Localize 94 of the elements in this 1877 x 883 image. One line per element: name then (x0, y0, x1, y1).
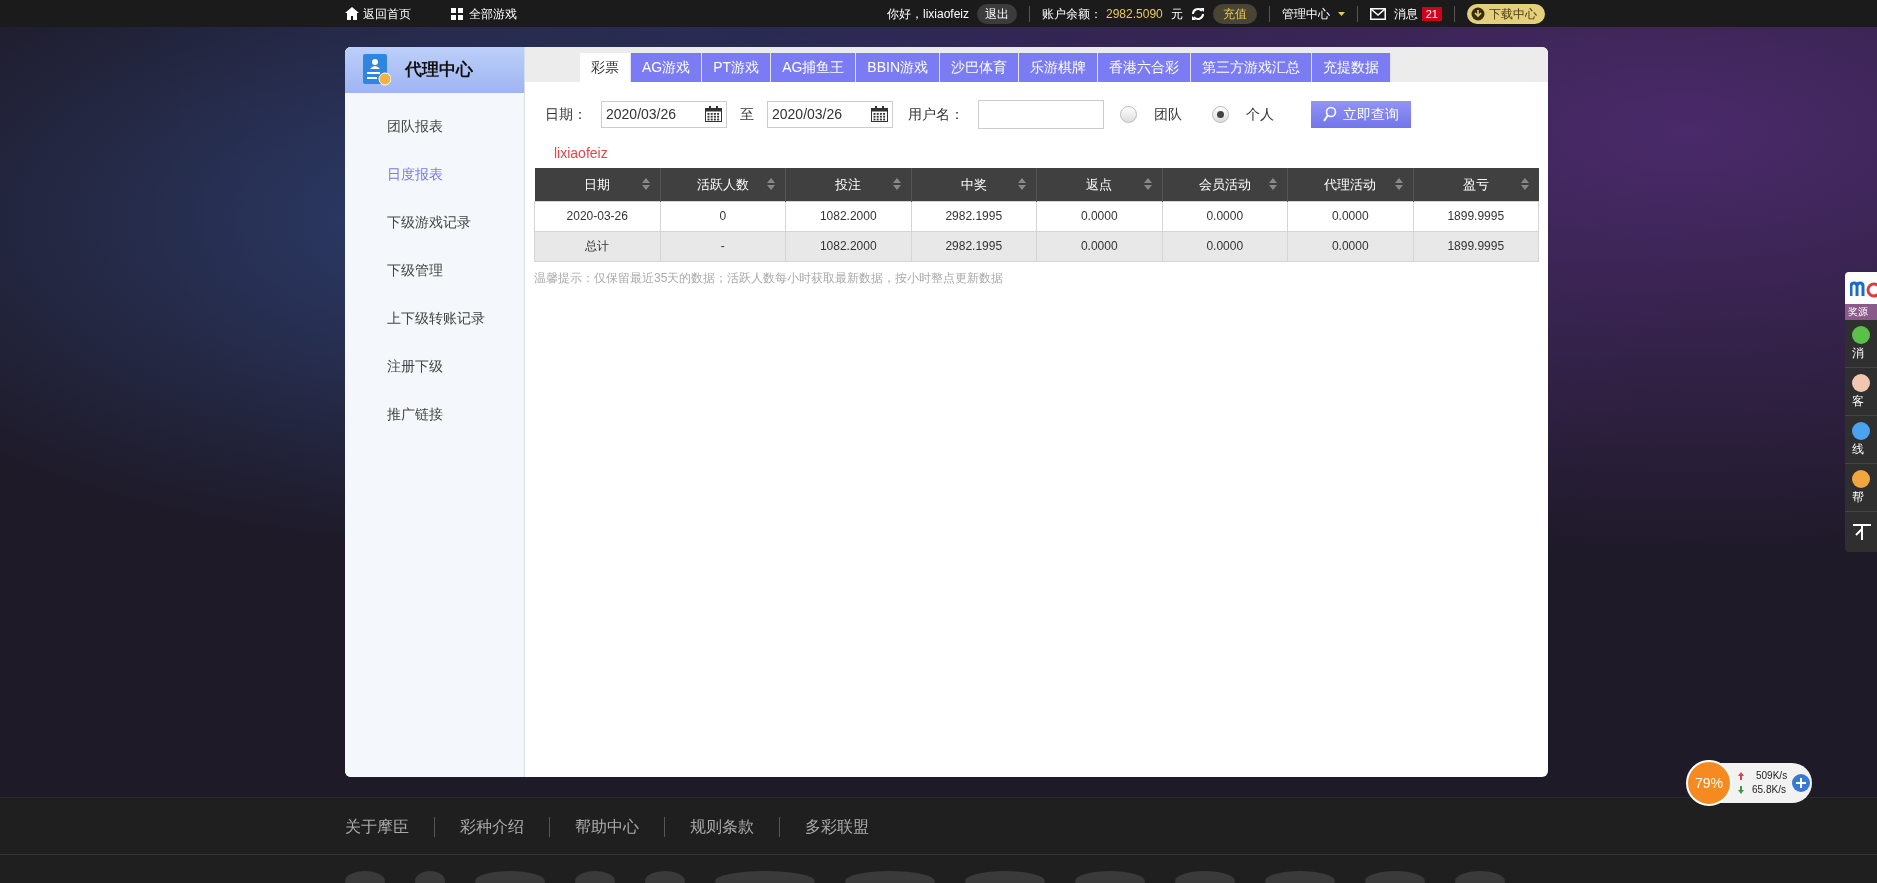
home-icon (345, 7, 359, 20)
footer-link[interactable]: 彩种介绍 (460, 815, 524, 839)
date-from-field[interactable]: 2020/03/26 (601, 100, 727, 128)
sort-icon[interactable] (1269, 178, 1277, 191)
search-icon (1323, 106, 1337, 122)
download-icon (1471, 6, 1485, 21)
widget-item[interactable]: 消 (1845, 320, 1877, 368)
footer-link[interactable]: 帮助中心 (575, 815, 639, 839)
recharge-button[interactable]: 充值 (1212, 3, 1257, 24)
plus-icon[interactable] (1792, 774, 1811, 792)
sidebar-item[interactable]: 上下级转账记录 (345, 294, 524, 342)
column-header[interactable]: 会员活动 (1162, 168, 1288, 201)
note-text: 温馨提示：仅保留最近35天的数据；活跃人数每小时获取最新数据，按小时整点更新数据 (534, 269, 1005, 287)
all-games-link[interactable]: 全部游戏 (451, 4, 517, 23)
table-cell: 0.0000 (1287, 201, 1413, 231)
username-label: 用户名： (908, 104, 964, 124)
table-cell: 1899.9995 (1413, 231, 1539, 261)
download-speed: 65.8K/s (1738, 783, 1788, 797)
widget-item[interactable]: 线 (1845, 416, 1877, 464)
table-cell: 2020-03-26 (534, 201, 660, 231)
grid-icon (451, 7, 463, 20)
message-count-badge: 21 (1421, 6, 1442, 21)
download-button[interactable]: 下载中心 (1467, 3, 1545, 24)
table-cell: 1899.9995 (1413, 201, 1539, 231)
date-to-field[interactable]: 2020/03/26 (767, 100, 893, 128)
sidebar-item[interactable]: 注册下级 (345, 342, 524, 390)
sort-icon[interactable] (1143, 178, 1152, 191)
sort-icon[interactable] (641, 178, 650, 191)
sort-icon[interactable] (892, 178, 901, 191)
footer-link[interactable]: 关于摩臣 (345, 815, 409, 839)
sort-icon[interactable] (1394, 178, 1403, 191)
widget-item-icon (1852, 469, 1870, 488)
collapse-icon (1853, 524, 1871, 540)
admin-menu[interactable]: 管理中心 (1281, 4, 1345, 23)
mail-icon (1369, 7, 1386, 20)
sidebar-item[interactable]: 日度报表 (345, 150, 524, 198)
messages-link[interactable]: 消息 (1369, 4, 1418, 23)
upload-speed: 509K/s (1738, 769, 1788, 783)
table-cell: 0.0000 (1036, 231, 1162, 261)
column-header[interactable]: 日期 (534, 168, 660, 201)
widget-item-icon (1852, 373, 1870, 392)
sort-icon[interactable] (1520, 178, 1529, 191)
sort-icon[interactable] (1018, 178, 1026, 191)
table-cell: 0.0000 (1036, 201, 1162, 231)
sidebar-title: 代理中心 (405, 59, 473, 82)
caret-icon (1337, 11, 1345, 16)
table-cell: 0.0000 (1287, 231, 1413, 261)
table-cell: 2982.1995 (911, 201, 1037, 231)
sidebar-item[interactable]: 下级管理 (345, 246, 524, 294)
column-header[interactable]: 活跃人数 (660, 168, 786, 201)
balance-amount: 2982.5090 (1106, 5, 1163, 23)
to-label: 至 (740, 104, 754, 124)
table-cell: 0 (660, 201, 786, 231)
table-cell: 0.0000 (1162, 231, 1288, 261)
calendar-icon[interactable] (871, 106, 888, 122)
refresh-icon[interactable] (1190, 6, 1205, 21)
sort-icon[interactable] (767, 178, 775, 191)
calendar-icon[interactable] (705, 106, 722, 122)
scope-radio[interactable]: 团队 (1120, 103, 1182, 125)
balance-label: 账户余额： (1042, 5, 1102, 23)
column-header[interactable]: 中奖 (911, 168, 1037, 201)
table-cell: 1082.2000 (785, 201, 911, 231)
down-arrow-icon (1738, 786, 1744, 794)
memory-gauge: 79% (1686, 760, 1732, 806)
widget-banner: 奖源 (1845, 304, 1877, 320)
date-label: 日期： (545, 104, 587, 124)
widget-item-icon (1852, 325, 1870, 344)
username-text: lixiaofeiz (554, 145, 608, 161)
footer-link[interactable]: 多彩联盟 (805, 815, 869, 839)
up-arrow-icon (1738, 772, 1744, 780)
table-cell: - (660, 231, 786, 261)
widget-item[interactable]: 帮 (1845, 464, 1877, 512)
table-cell: 2982.1995 (911, 231, 1037, 261)
footer-link[interactable]: 规则条款 (690, 815, 754, 839)
sidebar-item[interactable]: 团队报表 (345, 102, 524, 150)
agent-card-icon (363, 54, 391, 86)
column-header[interactable]: 代理活动 (1287, 168, 1413, 201)
table-cell: 总计 (534, 231, 660, 261)
sidebar-item[interactable]: 下级游戏记录 (345, 198, 524, 246)
column-header[interactable]: 投注 (785, 168, 911, 201)
scope-radio[interactable]: 个人 (1212, 103, 1274, 125)
widget-item[interactable]: 客 (1845, 368, 1877, 416)
currency-label: 元 (1170, 5, 1183, 23)
logout-button[interactable]: 退出 (977, 3, 1017, 24)
column-header[interactable]: 盈亏 (1413, 168, 1539, 201)
greeting-text: 你好，lixiaofeiz (887, 5, 969, 23)
home-link[interactable]: 返回首页 (345, 4, 411, 23)
widget-item-icon (1852, 421, 1870, 440)
table-cell: 0.0000 (1162, 201, 1288, 231)
tab[interactable]: 彩票 (580, 53, 631, 82)
column-header[interactable]: 返点 (1036, 168, 1162, 201)
sidebar-item[interactable]: 推广链接 (345, 390, 524, 438)
table-cell: 1082.2000 (785, 231, 911, 261)
username-field[interactable] (978, 99, 1104, 129)
